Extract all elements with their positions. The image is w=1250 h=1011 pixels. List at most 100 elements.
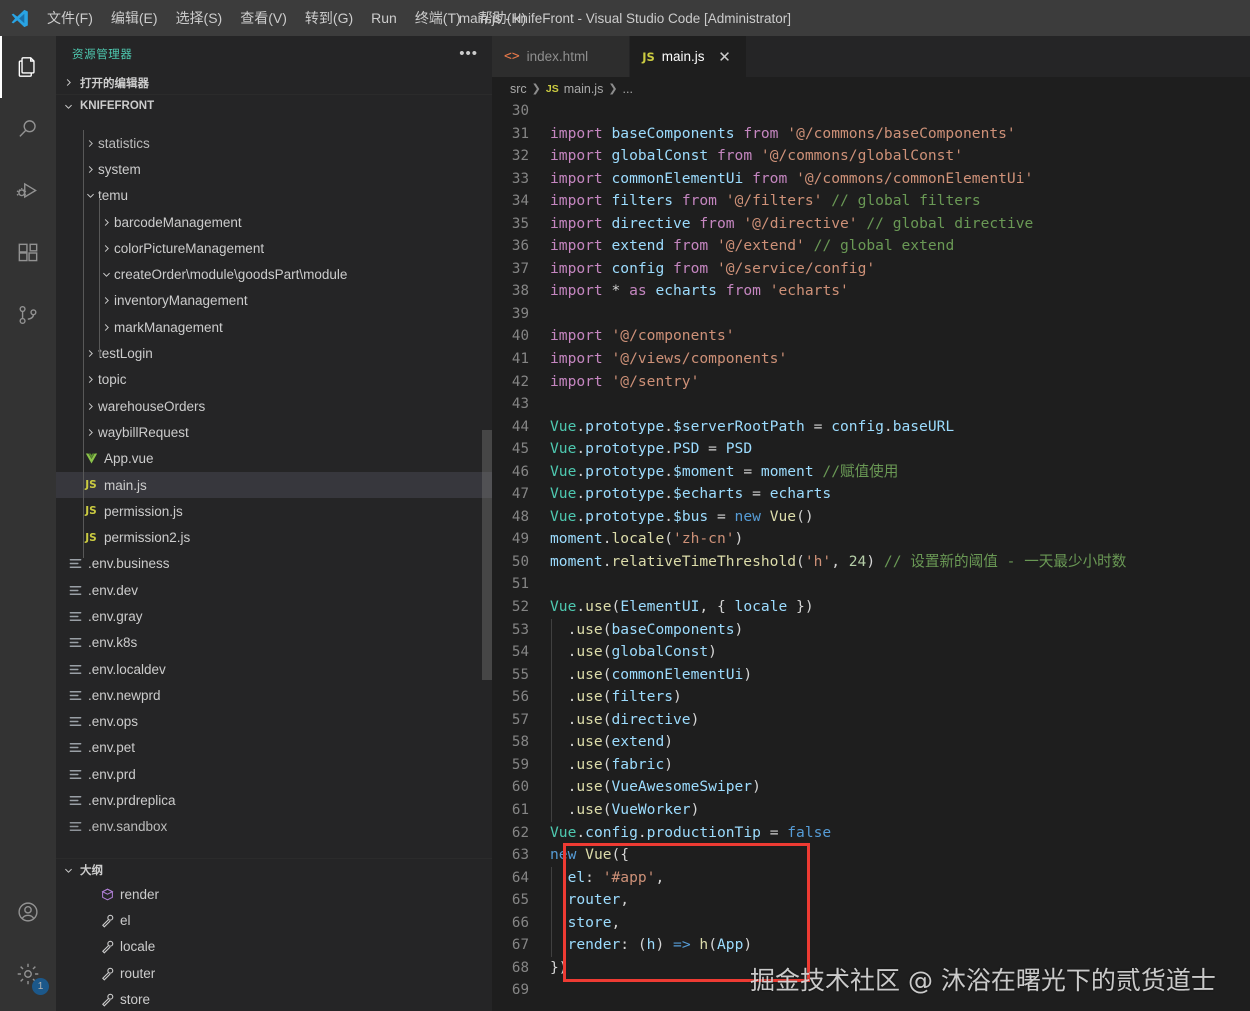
outline-row[interactable]: el [56,907,492,933]
code-line[interactable]: 59 .use(fabric) [492,753,1250,777]
code-line[interactable]: 38 import * as echarts from 'echarts' [492,280,1250,303]
code-line[interactable]: 45 Vue.prototype.PSD = PSD [492,438,1250,461]
tree-row[interactable]: waybillRequest [56,419,492,445]
tree-row[interactable]: .env.localdev [56,656,492,682]
code-line[interactable]: 62 Vue.config.productionTip = false [492,822,1250,845]
source-control-icon[interactable] [0,284,56,346]
outline-row[interactable]: store [56,986,492,1011]
code-line[interactable]: 51 [492,573,1250,596]
breadcrumb-item-src[interactable]: src [510,82,527,96]
code-line[interactable]: 31 import baseComponents from '@/commons/… [492,123,1250,146]
account-icon[interactable] [0,881,56,943]
code-line[interactable]: 43 [492,393,1250,416]
section-outline[interactable]: 大纲 [56,858,492,881]
files-explorer-icon[interactable] [0,36,56,98]
tree-row[interactable]: statistics [56,130,492,156]
outline-row[interactable]: render [56,881,492,907]
tree-row[interactable]: .env.sandbox [56,814,492,840]
code-line[interactable]: 57 .use(directive) [492,708,1250,732]
code-line[interactable]: 50 moment.relativeTimeThreshold('h', 24) … [492,551,1250,574]
tab-main-js[interactable]: JS main.js ✕ [630,36,747,77]
menu-bar[interactable]: 文件(F) 编辑(E) 选择(S) 查看(V) 转到(G) Run 终端(T) … [38,0,535,36]
code-line[interactable]: 54 .use(globalConst) [492,641,1250,664]
code-line[interactable]: 56 .use(filters) [492,686,1250,709]
code-line[interactable]: 42 import '@/sentry' [492,371,1250,394]
outline-tree[interactable]: render el locale router store [56,881,492,1011]
tree-row[interactable]: colorPictureManagement [56,235,492,261]
tree-row[interactable]: testLogin [56,340,492,366]
code-editor[interactable]: 30 31 import baseComponents from '@/common… [492,100,1250,1011]
code-line[interactable]: 55 .use(commonElementUi) [492,663,1250,687]
run-and-debug-icon[interactable] [0,160,56,222]
code-line[interactable]: 69 [492,979,1250,1002]
code-line[interactable]: 44 Vue.prototype.$serverRootPath = config… [492,416,1250,439]
code-line[interactable]: 53 .use(baseComponents) [492,618,1250,642]
tree-row[interactable]: .env.pet [56,735,492,761]
menu-help[interactable]: 帮助(H) [470,5,535,31]
code-line[interactable]: 61 .use(VueWorker) [492,798,1250,822]
code-line[interactable]: 41 import '@/views/components' [492,348,1250,371]
breadcrumb-item-more[interactable]: ... [623,82,633,96]
code-line[interactable]: 46 Vue.prototype.$moment = moment //赋值使用 [492,461,1250,484]
ellipsis-icon[interactable]: ••• [453,46,484,61]
code-line[interactable]: 64 el: '#app', [492,866,1250,890]
tree-row[interactable]: system [56,156,492,182]
code-line[interactable]: 34 import filters from '@/filters' // glo… [492,190,1250,213]
code-line[interactable]: 30 [492,100,1250,123]
close-icon[interactable]: ✕ [716,48,734,66]
tree-row[interactable]: markManagement [56,314,492,340]
tree-row[interactable]: .env.business [56,551,492,577]
tree-row[interactable]: inventoryManagement [56,288,492,314]
code-line[interactable]: 68}) [492,957,1250,980]
section-workspace[interactable]: KNIFEFRONT [56,94,492,117]
tree-row[interactable]: createOrder\module\goodsPart\module [56,261,492,287]
tree-row[interactable]: JS permission2.js [56,524,492,550]
outline-row[interactable]: router [56,960,492,986]
file-tree[interactable]: statistics system temu barcodeManagement col… [56,130,492,858]
tree-row[interactable]: .env.dev [56,577,492,603]
code-line[interactable]: 35 import directive from '@/directive' //… [492,213,1250,236]
code-line[interactable]: 39 [492,303,1250,326]
extensions-icon[interactable] [0,222,56,284]
section-open-editors[interactable]: 打开的编辑器 [56,71,492,94]
tree-row[interactable]: topic [56,367,492,393]
menu-terminal[interactable]: 终端(T) [406,5,470,31]
code-line[interactable]: 36 import extend from '@/extend' // globa… [492,235,1250,258]
tree-row[interactable]: .env.prd [56,761,492,787]
code-line[interactable]: 37 import config from '@/service/config' [492,258,1250,281]
tree-row[interactable]: .env.k8s [56,630,492,656]
tree-row[interactable]: App.vue [56,446,492,472]
code-line[interactable]: 58 .use(extend) [492,731,1250,754]
code-line[interactable]: 47 Vue.prototype.$echarts = echarts [492,483,1250,506]
code-line[interactable]: 63 new Vue({ [492,844,1250,867]
code-line[interactable]: 33 import commonElementUi from '@/commons… [492,168,1250,191]
tree-row[interactable]: JS permission.js [56,498,492,524]
menu-go[interactable]: 转到(G) [296,5,362,31]
menu-run[interactable]: Run [362,7,406,29]
code-line[interactable]: 49 moment.locale('zh-cn') [492,528,1250,551]
tree-row[interactable]: .env.prdreplica [56,787,492,813]
code-line[interactable]: 65 router, [492,889,1250,912]
gear-icon[interactable]: 1 [0,943,56,1005]
code-line[interactable]: 67 render: (h) => h(App) [492,934,1250,957]
menu-file[interactable]: 文件(F) [38,5,102,31]
outline-row[interactable]: locale [56,934,492,960]
tree-row[interactable]: .env.gray [56,603,492,629]
menu-view[interactable]: 查看(V) [231,5,296,31]
code-line[interactable]: 60 .use(VueAwesomeSwiper) [492,776,1250,799]
breadcrumb[interactable]: src ❯ JS main.js ❯ ... [492,77,1250,100]
code-line[interactable]: 48 Vue.prototype.$bus = new Vue() [492,506,1250,529]
tree-row[interactable]: warehouseOrders [56,393,492,419]
code-line[interactable]: 40 import '@/components' [492,325,1250,348]
code-line[interactable]: 32 import globalConst from '@/commons/glo… [492,145,1250,168]
tree-row[interactable]: .env.ops [56,709,492,735]
tab-index-html[interactable]: <> index.html ✕ [492,36,631,77]
menu-edit[interactable]: 编辑(E) [102,5,167,31]
breadcrumb-item-file[interactable]: main.js [564,82,604,96]
code-line[interactable]: 66 store, [492,911,1250,935]
tree-row[interactable]: JS main.js [56,471,492,499]
search-icon[interactable] [0,98,56,160]
menu-selection[interactable]: 选择(S) [167,5,232,31]
sidebar-scrollbar[interactable] [482,130,492,858]
tree-row[interactable]: temu [56,183,492,209]
